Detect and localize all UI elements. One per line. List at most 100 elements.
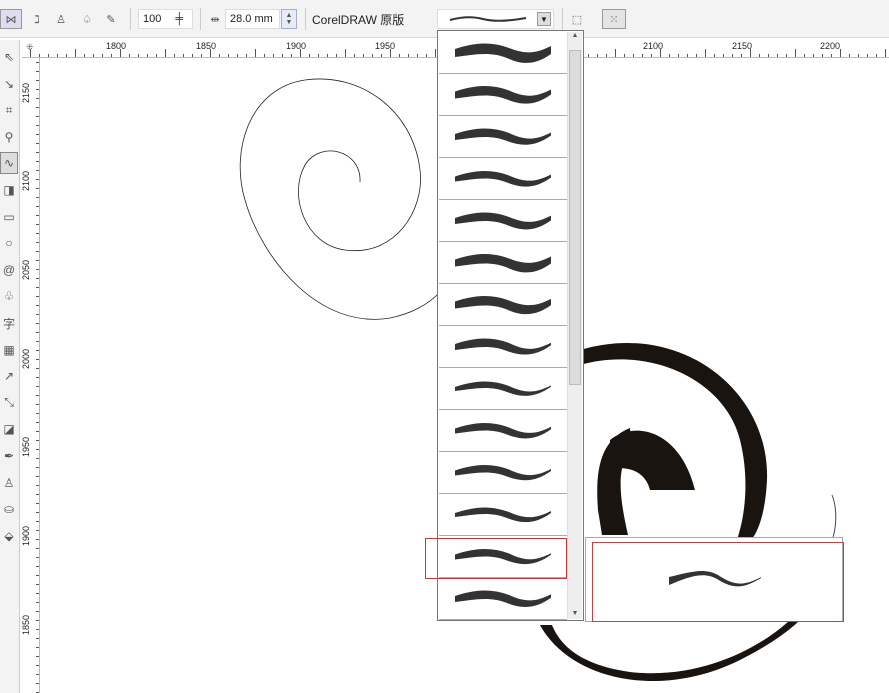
ruler-tick <box>36 134 39 135</box>
brush-list-item[interactable] <box>439 410 567 452</box>
text-icon[interactable]: 字 <box>0 312 18 334</box>
interactive-fill-icon[interactable]: ⬙ <box>0 525 18 547</box>
stroke-width-field[interactable]: 28.0 mm <box>225 9 280 29</box>
connector-icon[interactable]: ⤡ <box>0 392 18 414</box>
ruler-tick <box>354 54 355 57</box>
ruler-tick <box>36 125 39 126</box>
ruler-tick <box>36 458 39 459</box>
smoothing-value: 100 <box>143 13 162 25</box>
pick-icon[interactable]: ⇖ <box>0 46 18 68</box>
ruler-tick <box>36 242 39 243</box>
ruler-tick <box>36 521 39 522</box>
shape-icon[interactable]: ↘ <box>0 73 18 95</box>
ruler-tick <box>642 54 643 57</box>
ruler-tick <box>741 54 742 57</box>
stroke-width-spinner[interactable]: ▲ ▼ <box>281 9 297 29</box>
ruler-tick <box>36 71 39 72</box>
ruler-tick <box>84 54 85 57</box>
ruler-tick <box>822 54 823 57</box>
basic-shapes-icon[interactable]: ♧ <box>0 285 18 307</box>
brush-list-item[interactable] <box>439 74 567 116</box>
freehand-icon[interactable]: ∿ <box>0 152 18 175</box>
vertical-ruler[interactable]: 2150 2100 2050 2000 1950 1900 1850 <box>21 58 40 693</box>
ruler-tick <box>237 54 238 57</box>
scrollbar-thumb[interactable] <box>569 50 581 385</box>
ruler-label: 1850 <box>21 614 32 636</box>
rectangle-icon[interactable]: ▭ <box>0 206 18 228</box>
pressure-icon[interactable]: ✎ <box>102 9 120 29</box>
brush-stroke-sample <box>455 43 551 63</box>
fill-icon[interactable]: ⛀ <box>0 498 18 520</box>
brush-icon[interactable]: ℷ <box>28 9 46 29</box>
ellipse-icon[interactable]: ○ <box>0 232 18 254</box>
ruler-tick <box>786 54 787 57</box>
ruler-tick <box>408 54 409 57</box>
brush-list-item[interactable] <box>439 494 567 536</box>
ruler-tick <box>36 575 39 576</box>
brush-list-item[interactable] <box>439 578 567 620</box>
ruler-tick <box>36 656 39 657</box>
smoothing-field[interactable]: 100 ╪ <box>138 9 193 29</box>
smart-fill-icon[interactable]: ◨ <box>0 179 18 201</box>
preset-brush-icon[interactable]: ⋈ <box>0 9 22 29</box>
scrollbar[interactable]: ▲ ▼ <box>567 32 582 619</box>
brush-list-item[interactable] <box>439 284 567 326</box>
brush-list-item[interactable] <box>439 200 567 242</box>
ruler-tick <box>588 54 589 57</box>
brush-list-item[interactable] <box>439 326 567 368</box>
ruler-tick <box>705 49 706 57</box>
table-icon[interactable]: ▦ <box>0 339 18 361</box>
scroll-down-icon[interactable]: ▼ <box>568 610 582 617</box>
ruler-tick <box>36 467 39 468</box>
brush-stroke-list[interactable]: ▲ ▼ <box>437 30 584 621</box>
frame-icon[interactable]: ⬚ <box>568 9 586 29</box>
ruler-tick <box>624 54 625 57</box>
ruler-tick <box>309 54 310 57</box>
ruler-tick <box>36 143 39 144</box>
chevron-down-icon[interactable]: ▼ <box>537 12 551 26</box>
ruler-tick <box>57 54 58 57</box>
brush-list-item[interactable] <box>439 32 567 74</box>
ruler-tick <box>264 54 265 57</box>
brush-list-item[interactable] <box>439 158 567 200</box>
brush-list-item[interactable] <box>439 116 567 158</box>
brush-list-item[interactable] <box>439 368 567 410</box>
ruler-tick <box>201 54 202 57</box>
ruler-tick <box>372 54 373 57</box>
ruler-tick <box>36 188 39 189</box>
spiral-icon[interactable]: @ <box>0 259 18 281</box>
brush-list-item[interactable] <box>439 242 567 284</box>
ruler-tick <box>849 54 850 57</box>
brush-preview-stroke <box>669 571 761 587</box>
brush-stroke-sample <box>455 128 551 145</box>
scroll-up-icon[interactable]: ▲ <box>568 32 582 39</box>
slider-icon[interactable]: ╪ <box>175 13 183 25</box>
ruler-tick <box>732 54 733 57</box>
brush-stroke-sample <box>455 171 551 187</box>
calligraphic-icon[interactable]: ♤ <box>78 9 96 29</box>
ruler-tick <box>831 54 832 57</box>
brush-stroke-select[interactable]: ▼ <box>437 9 554 29</box>
ruler-tick <box>858 54 859 57</box>
ruler-tick <box>273 54 274 57</box>
stroke-width-icon: ⇹ <box>210 13 220 26</box>
ruler-tick <box>36 629 39 630</box>
ruler-tick <box>660 49 661 57</box>
ruler-tick <box>36 359 39 360</box>
blend-icon[interactable]: ◪ <box>0 418 18 440</box>
ruler-tick <box>183 54 184 57</box>
brush-list-item[interactable] <box>439 452 567 494</box>
dimension-icon[interactable]: ↗ <box>0 365 18 387</box>
ruler-tick <box>36 539 39 540</box>
zoom-icon[interactable]: ⚲ <box>0 126 18 148</box>
ruler-label: 2050 <box>21 259 32 281</box>
crop-icon[interactable]: ⌗ <box>0 99 18 121</box>
sprayer-icon[interactable]: ♙ <box>52 9 70 29</box>
brush-stroke-sample <box>455 296 551 315</box>
grid-icon[interactable]: ⁙ <box>602 9 626 29</box>
brush-stroke-sample <box>455 338 551 355</box>
brush-stroke-sample <box>455 212 551 230</box>
outline-icon[interactable]: ♙ <box>0 472 18 494</box>
ruler-tick <box>36 485 39 486</box>
eyedropper-icon[interactable]: ✒ <box>0 445 18 467</box>
